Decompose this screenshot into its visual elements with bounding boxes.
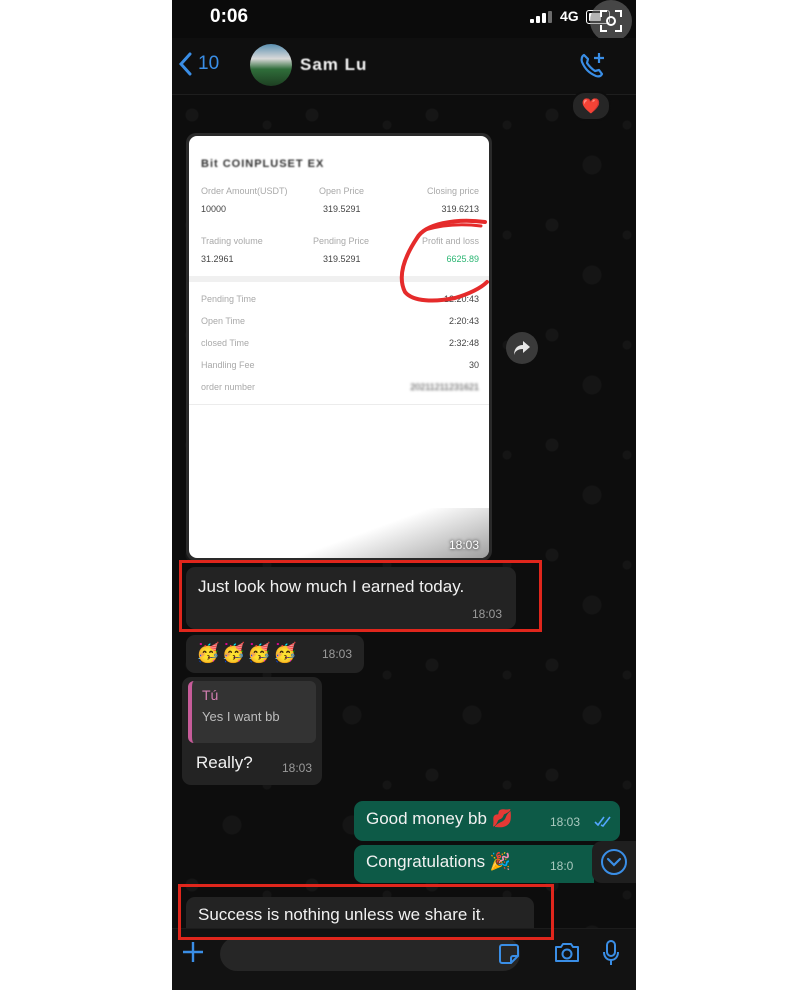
message-input[interactable]: [220, 937, 520, 971]
camera-icon[interactable]: [554, 941, 580, 963]
image-timestamp: 18:03: [448, 538, 479, 552]
pending-price: 319.5291: [323, 254, 361, 264]
red-highlight-box: [179, 560, 542, 632]
message-text: Good money bb 💋: [366, 809, 513, 828]
status-bar: 0:06 4G: [172, 0, 636, 42]
network-type: 4G: [560, 8, 579, 24]
pending-price-label: Pending Price: [313, 236, 370, 246]
chevron-down-icon: [601, 849, 627, 875]
scroll-to-bottom-button[interactable]: [592, 841, 636, 883]
trading-volume-label: Trading volume: [201, 236, 263, 246]
status-time: 0:06: [210, 6, 249, 27]
closed-time: 2:32:48: [448, 338, 479, 348]
partying-face-emojis: 🥳🥳🥳🥳: [196, 643, 299, 664]
order-amount: 10000: [201, 204, 227, 214]
share-arrow-icon: [514, 341, 530, 355]
plus-icon[interactable]: [180, 939, 206, 965]
emoji-message[interactable]: 🥳🥳🥳🥳 18:03: [186, 635, 364, 673]
contact-name[interactable]: Sam Lu: [300, 55, 367, 75]
open-time-label: Open Time: [201, 316, 246, 326]
order-number: 20211211231621: [410, 382, 479, 392]
open-price-label: Open Price: [319, 186, 365, 196]
open-price: 319.5291: [323, 204, 361, 214]
add-call-icon[interactable]: [578, 50, 606, 80]
handling-fee-label: Handling Fee: [201, 360, 255, 370]
open-time: 2:20:43: [448, 316, 479, 326]
message-time: 18:03: [321, 647, 352, 661]
chat-header: 10 Sam Lu: [172, 38, 636, 95]
back-button[interactable]: 10: [178, 52, 219, 76]
order-number-label: order number: [201, 382, 256, 392]
sticker-icon[interactable]: [498, 943, 520, 965]
message-text: Really?: [196, 753, 253, 772]
chevron-left-icon: [178, 52, 192, 76]
image-message[interactable]: Bit COINPLUSET EX Order Amount(USDT) 100…: [186, 133, 492, 561]
message-text: Congratulations 🎉: [366, 852, 511, 871]
closed-time-label: closed Time: [201, 338, 250, 348]
chat-area[interactable]: ❤️ Bit COINPLUSET EX Order Amount(USDT) …: [172, 91, 636, 931]
image-shadow: [189, 508, 489, 558]
trading-volume: 31.2961: [201, 254, 234, 264]
handling-fee: 30: [468, 360, 479, 370]
reply-message[interactable]: Tú Yes I want bb Really? 18:03: [182, 677, 322, 785]
heart-reaction[interactable]: ❤️: [571, 91, 611, 121]
receipt-rule: [189, 404, 489, 405]
outgoing-message[interactable]: Good money bb 💋 18:03: [354, 801, 620, 841]
quote-author: Tú: [202, 687, 219, 703]
receipt-heading: Bit COINPLUSET EX: [201, 158, 325, 170]
unread-count: 10: [198, 53, 220, 74]
message-time: 18:0: [550, 859, 574, 873]
trade-receipt-image: Bit COINPLUSET EX Order Amount(USDT) 100…: [189, 136, 489, 558]
red-scribble-annotation: [399, 218, 489, 303]
quote-text: Yes I want bb: [202, 709, 280, 724]
outgoing-message[interactable]: Congratulations 🎉 18:0: [354, 845, 594, 883]
microphone-icon[interactable]: [602, 939, 620, 967]
quoted-message[interactable]: Tú Yes I want bb: [188, 681, 316, 743]
read-receipt-icon: [594, 816, 611, 827]
avatar[interactable]: [250, 44, 292, 86]
pending-time-label: Pending Time: [201, 294, 257, 304]
forward-button[interactable]: [506, 332, 538, 364]
message-time: 18:03: [550, 815, 581, 829]
screen-record-icon[interactable]: [590, 0, 632, 42]
message-time: 18:03: [282, 761, 313, 775]
closing-price-label: Closing price: [426, 186, 479, 196]
order-amount-label: Order Amount(USDT): [201, 186, 288, 196]
phone-screen: 0:06 4G 10 Sam Lu ❤️ Bit COINPLUSET EX O…: [172, 0, 636, 990]
signal-icon: [530, 11, 552, 23]
red-highlight-box: [178, 884, 554, 940]
closing-price: 319.6213: [441, 204, 479, 214]
